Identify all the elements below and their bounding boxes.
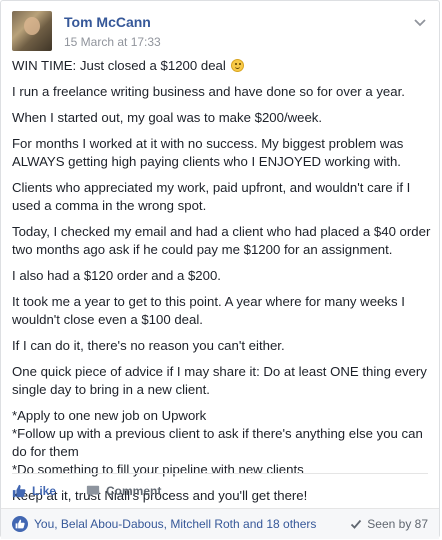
post-paragraph: I also had a $120 order and a $200. (12, 268, 221, 283)
post-paragraph: For months I worked at it with no succes… (12, 136, 404, 169)
post-paragraph: When I started out, my goal was to make … (12, 110, 323, 125)
like-button[interactable]: Like (12, 484, 56, 498)
post-timestamp[interactable]: 15 March at 17:33 (64, 34, 161, 50)
like-reaction-icon (12, 516, 28, 532)
smiley-emoji-icon (231, 59, 245, 72)
comment-label: Comment (106, 484, 162, 498)
post-paragraph: *Apply to one new job on Upwork *Follow … (12, 408, 423, 477)
post-paragraph: It took me a year to get to this point. … (12, 294, 405, 327)
checkmark-icon (351, 519, 362, 529)
post-paragraph: Today, I checked my email and had a clie… (12, 224, 431, 257)
action-bar: Like Comment (12, 473, 428, 508)
chevron-down-icon[interactable] (411, 13, 429, 31)
thumbs-up-icon (12, 484, 26, 498)
post-paragraph: I run a freelance writing business and h… (12, 84, 405, 99)
post-header: Tom McCann 15 March at 17:33 (12, 11, 161, 51)
post-paragraph: Clients who appreciated my work, paid up… (12, 180, 411, 213)
post-footer: You, Belal Abou-Dabous, Mitchell Roth an… (1, 508, 439, 539)
author-name[interactable]: Tom McCann (64, 13, 161, 31)
post-paragraph: If I can do it, there's no reason you ca… (12, 338, 285, 353)
post-paragraph: One quick piece of advice if I may share… (12, 364, 427, 397)
post-paragraph: WIN TIME: Just closed a $1200 deal (12, 57, 432, 75)
comment-icon (86, 485, 100, 498)
post-meta: Tom McCann 15 March at 17:33 (64, 11, 161, 51)
like-label: Like (32, 484, 57, 498)
seen-by-text: Seen by 87 (367, 517, 428, 531)
reactions-text: You, Belal Abou-Dabous, Mitchell Roth an… (34, 517, 317, 531)
post-card: Tom McCann 15 March at 17:33 WIN TIME: J… (0, 0, 440, 539)
comment-button[interactable]: Comment (86, 484, 161, 498)
post-body: WIN TIME: Just closed a $1200 deal I run… (12, 57, 432, 513)
reactions-summary[interactable]: You, Belal Abou-Dabous, Mitchell Roth an… (12, 516, 316, 532)
seen-by[interactable]: Seen by 87 (350, 517, 428, 531)
author-avatar[interactable] (12, 11, 52, 51)
